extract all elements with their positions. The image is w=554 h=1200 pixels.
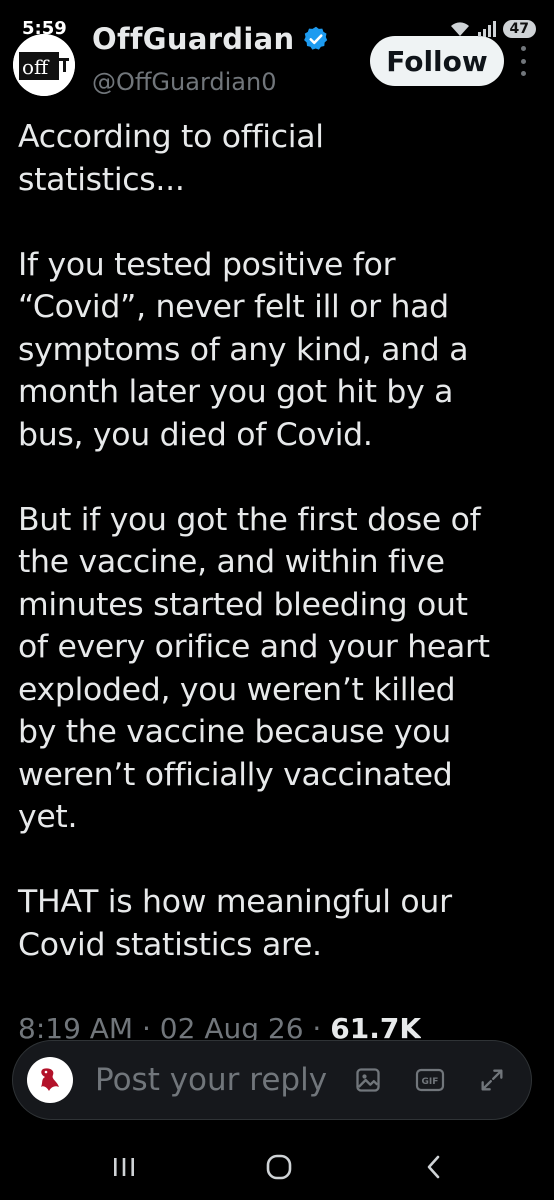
wifi-icon	[450, 22, 469, 36]
back-icon[interactable]	[414, 1152, 454, 1182]
gif-icon[interactable]: GIF	[413, 1063, 447, 1097]
tweet-paragraph: According to official statistics...	[18, 119, 324, 198]
display-name[interactable]: OffGuardian	[92, 22, 294, 56]
tweet-meta: 8:19 AM · 02 Aug 26 · 61.7K	[18, 1012, 421, 1042]
tweet-paragraph: If you tested positive for “Covid”, neve…	[18, 246, 469, 453]
tweet-text: According to official statistics... If y…	[18, 116, 538, 966]
view-count: 61.7K	[330, 1012, 422, 1042]
tweet-timestamp[interactable]: 8:19 AM · 02 Aug 26 ·	[18, 1012, 330, 1042]
verified-badge-icon	[304, 26, 328, 50]
offguardian-logo: off	[13, 34, 75, 96]
tweet-paragraph: But if you got the first dose of the vac…	[18, 501, 490, 836]
status-time: 5:59	[22, 18, 67, 39]
avatar-text: off	[22, 55, 50, 79]
follow-button[interactable]: Follow	[370, 36, 504, 86]
battery-indicator: 47	[502, 20, 536, 38]
avatar[interactable]: off	[13, 34, 75, 96]
gif-label: GIF	[422, 1077, 439, 1087]
liverbird-avatar-icon	[41, 1068, 59, 1091]
more-vertical-icon[interactable]	[519, 46, 527, 76]
handle: @OffGuardian0	[92, 68, 277, 96]
recents-icon[interactable]	[104, 1152, 144, 1182]
image-icon[interactable]	[351, 1063, 385, 1097]
system-nav-bar	[0, 1134, 554, 1200]
reply-avatar	[27, 1057, 73, 1103]
reply-input[interactable]: Post your reply	[95, 1062, 351, 1098]
author-row: OffGuardian	[92, 22, 330, 56]
expand-icon[interactable]	[475, 1063, 509, 1097]
reply-composer[interactable]: Post your reply GIF	[12, 1040, 532, 1120]
signal-icon	[477, 21, 496, 37]
status-icons: 47	[449, 20, 536, 38]
tweet-paragraph: THAT is how meaningful our Covid statist…	[18, 884, 452, 963]
home-icon[interactable]	[259, 1152, 299, 1182]
